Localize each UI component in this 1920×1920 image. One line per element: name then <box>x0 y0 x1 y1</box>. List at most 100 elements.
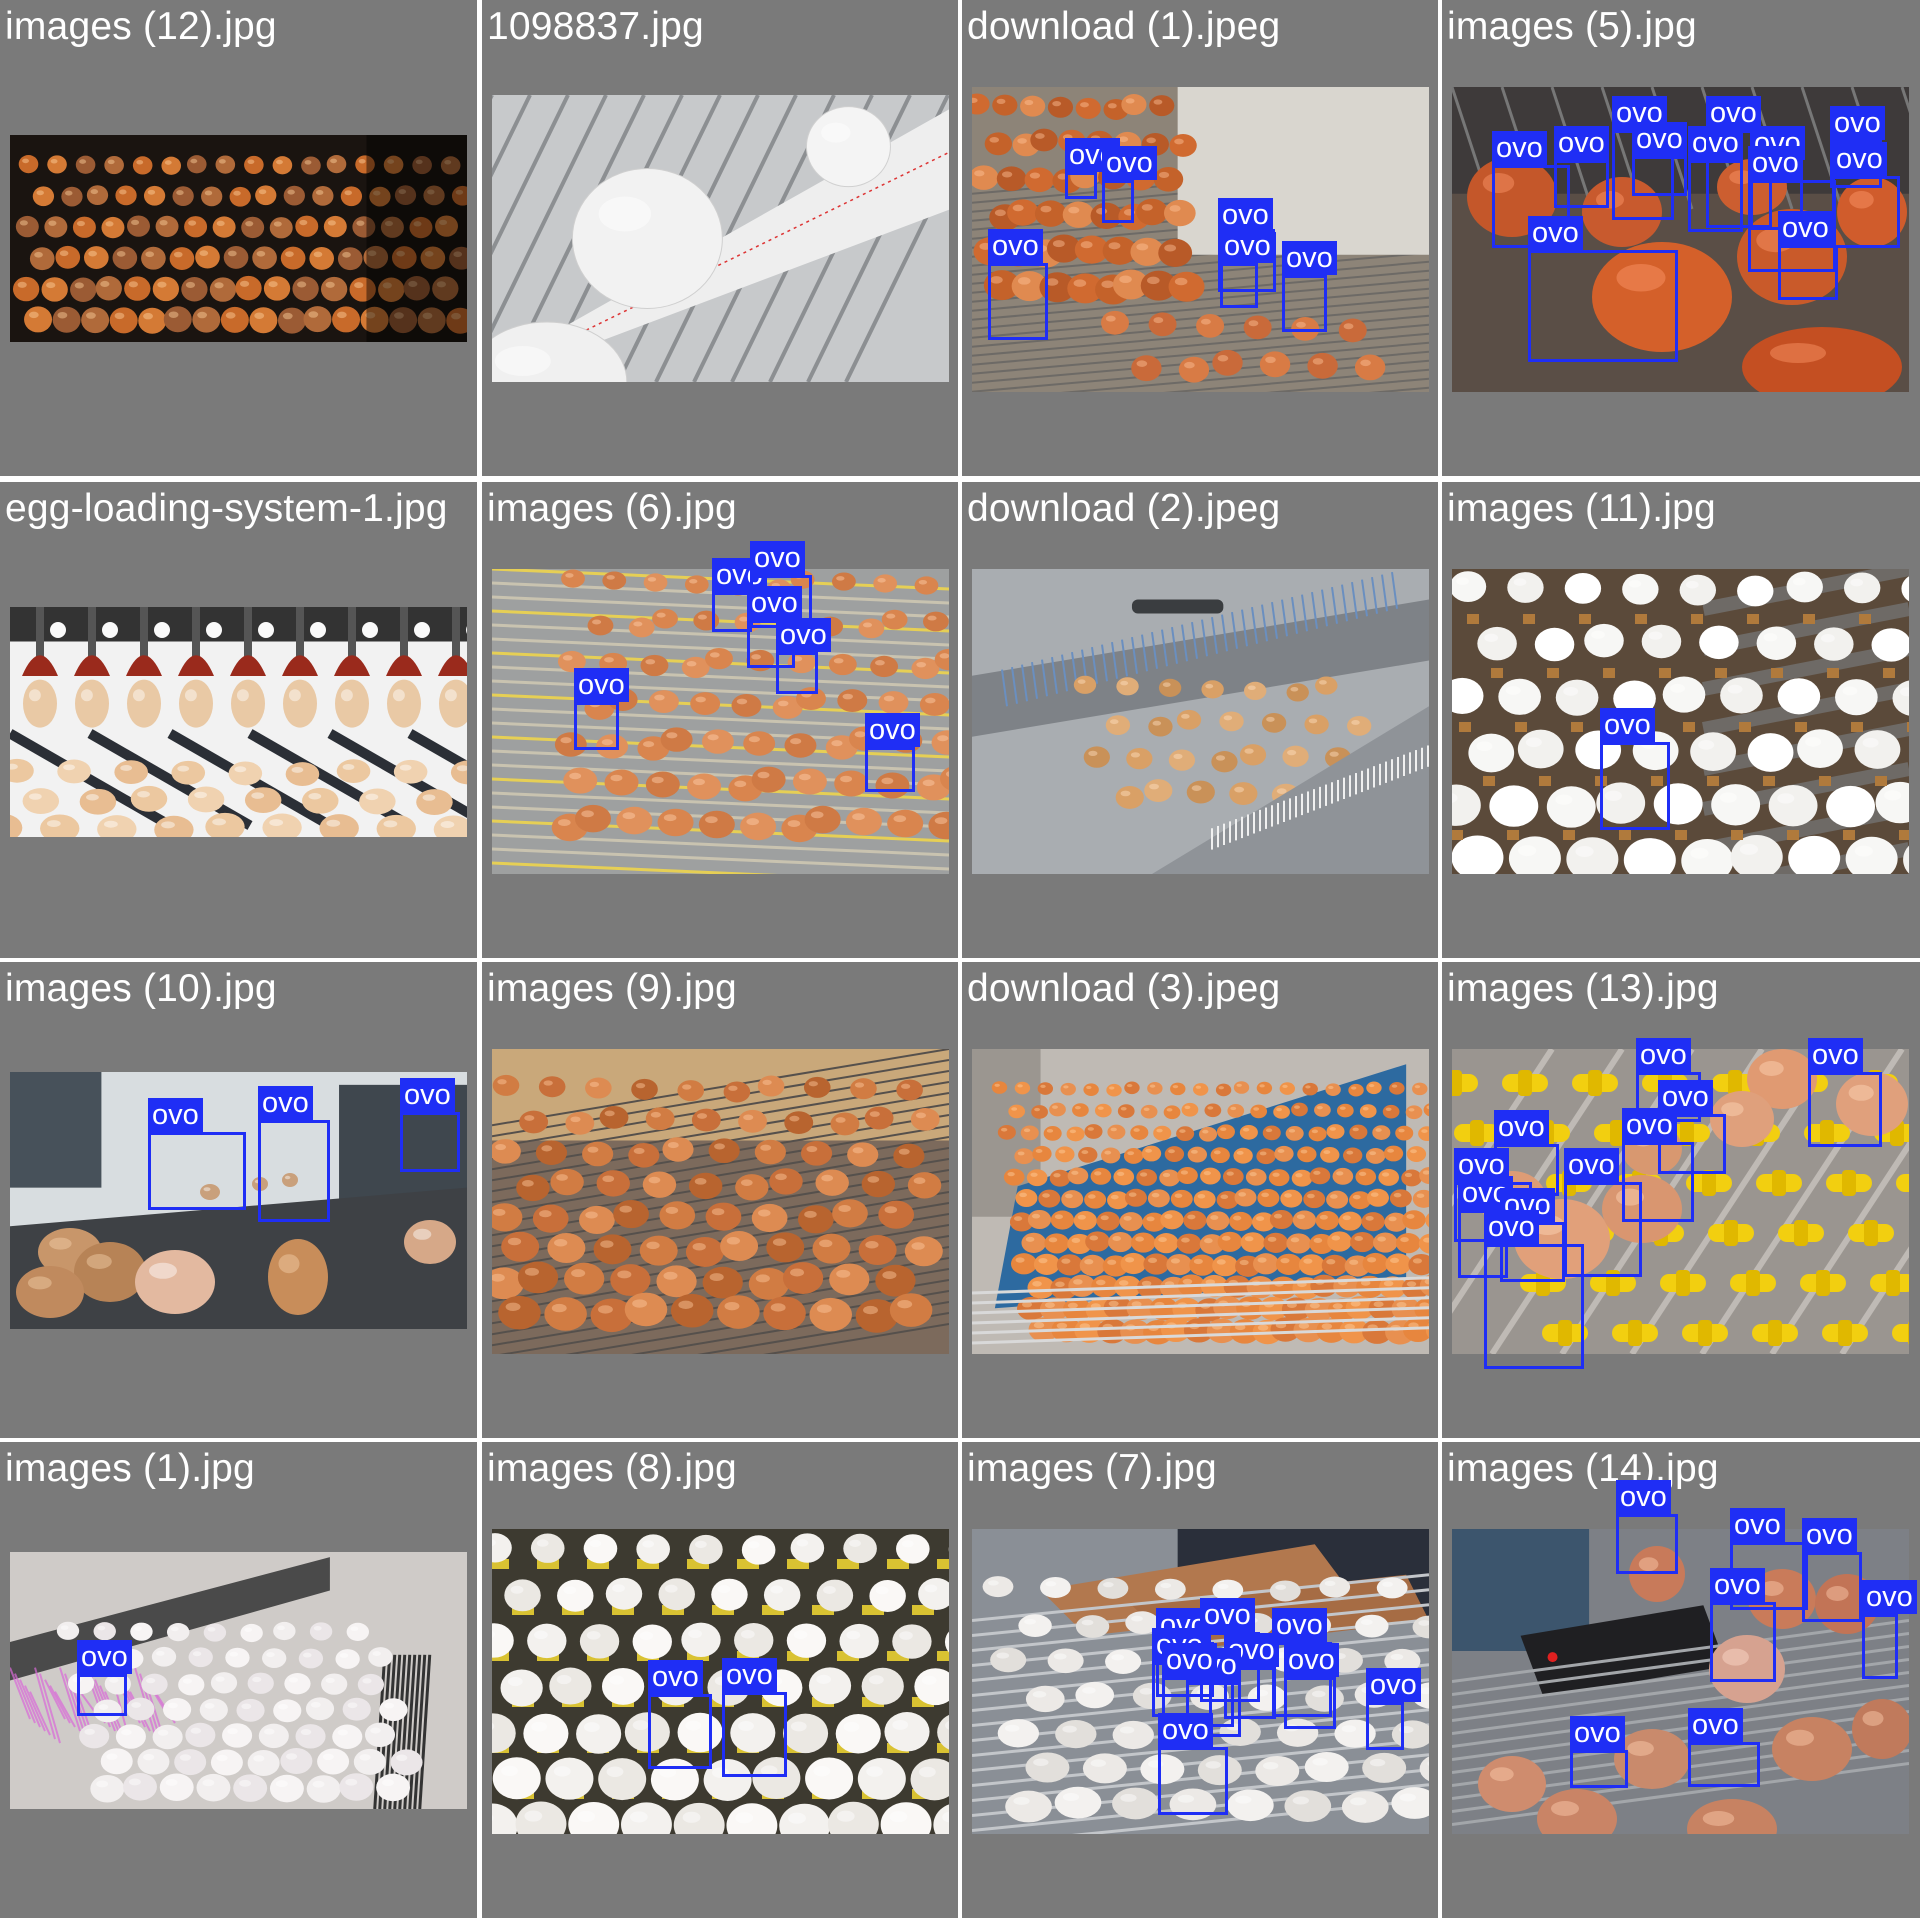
image-tile: images (10).jpg ovo ovo ovo <box>0 962 477 1438</box>
detection-label: ovo <box>1220 229 1275 263</box>
detection-label: ovo <box>1564 1148 1619 1182</box>
detection-label: ovo <box>1808 1038 1863 1072</box>
detection-label: ovo <box>1802 1518 1857 1552</box>
detection-label: ovo <box>1528 216 1583 250</box>
detection-label: ovo <box>77 1640 132 1674</box>
detection-label: ovo <box>648 1660 703 1694</box>
detection-box <box>1528 250 1678 362</box>
detection-label: ovo <box>1600 708 1655 742</box>
detection-label: ovo <box>400 1078 455 1112</box>
detection-label: ovo <box>988 229 1043 263</box>
image-preview <box>10 607 467 837</box>
detection-box <box>1554 160 1609 208</box>
detection-label: ovo <box>1862 1580 1917 1614</box>
detection-label: ovo <box>1284 1643 1339 1677</box>
detection-label: ovo <box>258 1086 313 1120</box>
image-filename: images (12).jpg <box>5 5 277 48</box>
detection-label: ovo <box>1632 122 1687 156</box>
image-filename: images (1).jpg <box>5 1447 255 1490</box>
detection-label: ovo <box>1778 211 1833 245</box>
detection-label: ovo <box>1688 1708 1743 1742</box>
detection-box <box>988 263 1048 340</box>
image-tile: images (6).jpg ovo ovo ovo ovo ovo ovo <box>482 482 958 958</box>
detection-label: ovo <box>1832 142 1887 176</box>
image-filename: images (11).jpg <box>1447 487 1716 530</box>
detection-label: ovo <box>1494 1110 1549 1144</box>
image-tile: images (13).jpg ovo ovo ovo ovo ovo ovo ovo ovo o… <box>1442 962 1920 1438</box>
detection-box <box>1484 1244 1584 1369</box>
image-tile: images (8).jpg ovo ovo <box>482 1442 958 1918</box>
image-preview <box>492 1529 949 1834</box>
detection-box <box>1802 1552 1862 1622</box>
detection-label: ovo <box>1272 1608 1327 1642</box>
image-preview <box>972 569 1429 874</box>
image-tile: images (12).jpg <box>0 0 477 476</box>
image-preview <box>1452 569 1909 874</box>
detection-box <box>1065 172 1097 199</box>
image-tile: egg-loading-system-1.jpg <box>0 482 477 958</box>
detection-box <box>1808 1072 1882 1147</box>
image-preview <box>492 1049 949 1354</box>
detection-box <box>1688 1742 1760 1787</box>
detection-label: ovo <box>1102 146 1157 180</box>
detection-box <box>776 652 818 694</box>
image-filename: images (6).jpg <box>487 487 737 530</box>
image-tile: images (14).jpg ovo ovo ovo ovo ovo ovo ovo <box>1442 1442 1920 1918</box>
image-filename: download (1).jpeg <box>967 5 1281 48</box>
detection-box <box>865 747 915 792</box>
detection-box <box>1862 1614 1898 1679</box>
image-tile: 1098837.jpg <box>482 0 958 476</box>
image-filename: images (9).jpg <box>487 967 737 1010</box>
detection-label: ovo <box>574 668 629 702</box>
image-tile: download (1).jpeg ovo ovo ovo ovo ovo ovo <box>962 0 1438 476</box>
image-filename: download (2).jpeg <box>967 487 1281 530</box>
detection-box <box>722 1692 787 1777</box>
detection-label: ovo <box>1570 1716 1625 1750</box>
image-tile: images (1).jpg ovo <box>0 1442 477 1918</box>
detection-box <box>648 1694 712 1769</box>
detection-box <box>1158 1747 1228 1815</box>
detection-box <box>1632 156 1687 196</box>
detection-box <box>1778 245 1838 300</box>
prediction-grid: images (12).jpg 1098837.jpg download (1).j… <box>0 0 1920 1920</box>
detection-box <box>1284 1677 1336 1729</box>
detection-label: ovo <box>1636 1038 1691 1072</box>
image-filename: images (8).jpg <box>487 1447 737 1490</box>
detection-box <box>1366 1702 1404 1750</box>
image-preview <box>10 135 467 342</box>
image-preview <box>972 1049 1429 1354</box>
detection-box <box>258 1120 330 1222</box>
detection-label: ovo <box>722 1658 777 1692</box>
image-tile: download (3).jpeg <box>962 962 1438 1438</box>
detection-label: ovo <box>1200 1598 1255 1632</box>
detection-label: ovo <box>1492 131 1547 165</box>
detection-label: ovo <box>1218 198 1273 232</box>
image-filename: egg-loading-system-1.jpg <box>5 487 448 530</box>
detection-label: ovo <box>1710 1568 1765 1602</box>
detection-label: ovo <box>750 541 805 575</box>
detection-label: ovo <box>1616 1480 1671 1514</box>
image-filename: images (7).jpg <box>967 1447 1217 1490</box>
detection-box <box>574 702 619 750</box>
detection-label: ovo <box>1158 1713 1213 1747</box>
image-filename: images (13).jpg <box>1447 967 1719 1010</box>
detection-label: ovo <box>1730 1508 1785 1542</box>
detection-box <box>1832 176 1900 248</box>
detection-box <box>77 1674 127 1716</box>
image-filename: 1098837.jpg <box>487 5 704 48</box>
detection-label: ovo <box>1484 1210 1539 1244</box>
detection-label: ovo <box>1366 1668 1421 1702</box>
detection-box <box>148 1132 246 1210</box>
detection-label: ovo <box>148 1098 203 1132</box>
detection-label: ovo <box>1748 146 1803 180</box>
detection-box <box>1600 742 1670 830</box>
detection-box <box>1282 275 1327 332</box>
image-tile: images (9).jpg <box>482 962 958 1438</box>
image-tile: images (11).jpg ovo <box>1442 482 1920 958</box>
detection-label: ovo <box>1282 241 1337 275</box>
image-tile: download (2).jpeg <box>962 482 1438 958</box>
detection-label: ovo <box>1162 1643 1217 1677</box>
detection-label: ovo <box>1622 1108 1677 1142</box>
detection-box <box>1220 263 1258 308</box>
detection-label: ovo <box>1830 106 1885 140</box>
